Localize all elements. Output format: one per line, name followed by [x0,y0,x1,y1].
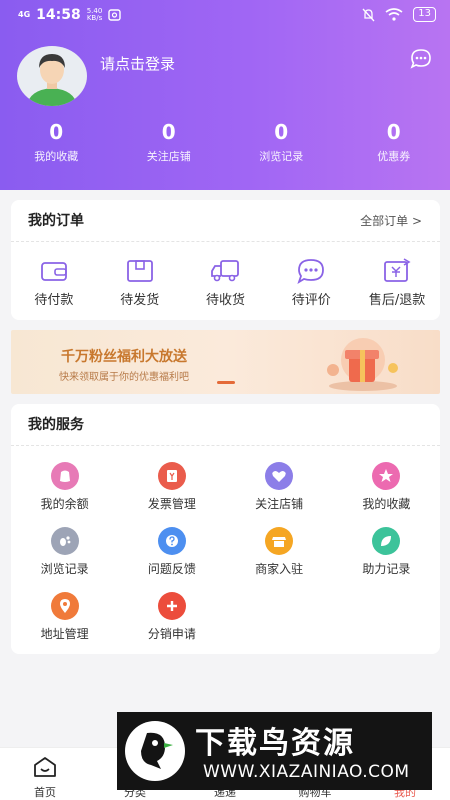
refund-icon [384,258,411,282]
stat-history[interactable]: 0 浏览记录 [225,120,338,164]
order-pending-review[interactable]: 待评价 [268,256,354,308]
order-label: 待收货 [205,293,245,308]
stat-label: 我的收藏 [34,150,79,163]
promo-banner[interactable]: 千万粉丝福利大放送 快来领取属于你的优惠福利吧 [11,330,440,394]
service-address[interactable]: 地址管理 [11,592,118,657]
status-bar: 4G 14:58 5.40 KB/s 13 [0,0,450,30]
service-followed-stores[interactable]: 关注店铺 [226,462,333,527]
order-pending-receipt[interactable]: 待收货 [183,256,269,308]
orders-title: 我的订单 [28,213,84,229]
banner-indicator [217,381,235,384]
service-label: 发票管理 [147,497,196,511]
service-balance[interactable]: 我的余额 [11,462,118,527]
service-label: 问题反馈 [147,562,196,576]
watermark-url: WWW.XIAZAINIAO.COM [203,762,410,782]
question-icon [157,527,186,555]
star-icon [372,462,401,490]
order-label: 售后/退款 [368,293,426,308]
order-label: 待发货 [120,293,160,308]
status-time: 14:58 [36,7,81,23]
battery-indicator: 13 [413,7,436,22]
services-card: 我的服务 我的余额 发票管理 关注店铺 我的收藏 浏览记录 问题反馈 商家入驻 … [11,404,440,654]
leaf-icon [372,527,401,555]
banner-title: 千万粉丝福利大放送 [61,349,187,365]
stat-value: 0 [161,120,176,144]
watermark-banner: 下载鸟资源 WWW.XIAZAINIAO.COM [117,712,432,790]
banner-subtitle: 快来领取属于你的优惠福利吧 [59,372,189,383]
service-label: 我的收藏 [362,497,411,511]
network-indicator: 4G [18,10,31,19]
stat-favorites[interactable]: 0 我的收藏 [0,120,113,164]
stat-value: 0 [274,120,289,144]
order-label: 待评价 [291,293,331,308]
mute-icon [362,8,375,21]
nfc-icon [108,9,122,21]
stat-followed-stores[interactable]: 0 关注店铺 [113,120,226,164]
service-label: 我的余额 [40,497,89,511]
order-status-row: 待付款 待发货 待收货 待评价 售后/退款 [11,256,440,308]
service-history[interactable]: 浏览记录 [11,527,118,592]
order-pending-shipment[interactable]: 待发货 [97,256,183,308]
stat-label: 关注店铺 [146,150,191,163]
bird-logo-icon [125,721,185,781]
stat-coupons[interactable]: 0 优惠券 [338,120,450,164]
wifi-icon [385,8,403,21]
service-label: 商家入驻 [255,562,304,576]
service-merchant-join[interactable]: 商家入驻 [226,527,333,592]
tab-label: 首页 [34,786,56,799]
profile-header: 4G 14:58 5.40 KB/s 13 请点击登录 0 我的收藏 0 关注店… [0,0,450,190]
service-label: 分销申请 [147,627,196,641]
service-favorites[interactable]: 我的收藏 [333,462,440,527]
services-title: 我的服务 [28,417,84,433]
store-icon [265,527,294,555]
divider [11,241,440,242]
tab-home[interactable]: 首页 [0,748,90,800]
footprint-icon [50,527,79,555]
wallet-icon [40,262,67,281]
message-icon[interactable] [410,48,432,70]
service-feedback[interactable]: 问题反馈 [118,527,225,592]
service-label: 地址管理 [40,627,89,641]
service-label: 关注店铺 [255,497,304,511]
avatar-icon [27,54,77,106]
service-invoice[interactable]: 发票管理 [118,462,225,527]
order-label: 待付款 [34,293,74,308]
package-icon [126,260,153,282]
service-distribution-apply[interactable]: 分销申请 [118,592,225,657]
service-label: 浏览记录 [40,562,89,576]
login-prompt[interactable]: 请点击登录 [100,53,175,74]
heart-icon [265,462,294,490]
location-icon [50,592,79,620]
stat-label: 浏览记录 [259,150,304,163]
service-boost-records[interactable]: 助力记录 [333,527,440,592]
invoice-icon [157,462,186,490]
divider [11,445,440,446]
comment-icon [297,259,325,285]
stat-label: 优惠券 [377,150,411,163]
plus-icon [157,592,186,620]
service-label: 助力记录 [362,562,411,576]
home-icon [34,757,56,777]
truck-icon [211,260,240,282]
gift-box-icon [327,338,398,391]
orders-card: 我的订单 全部订单 > 待付款 待发货 待收货 待评价 售后/退款 [11,200,440,320]
services-grid: 我的余额 发票管理 关注店铺 我的收藏 浏览记录 问题反馈 商家入驻 助力记录 … [11,462,440,657]
avatar[interactable] [17,46,87,106]
stat-value: 0 [49,120,64,144]
all-orders-link[interactable]: 全部订单 > [360,212,422,229]
network-speed: 5.40 KB/s [86,7,103,22]
order-refund[interactable]: 售后/退款 [354,256,440,308]
watermark-title: 下载鸟资源 [195,726,355,761]
stats-row: 0 我的收藏 0 关注店铺 0 浏览记录 0 优惠券 [0,120,450,164]
order-pending-payment[interactable]: 待付款 [11,256,97,308]
balance-icon [50,462,79,490]
stat-value: 0 [386,120,401,144]
